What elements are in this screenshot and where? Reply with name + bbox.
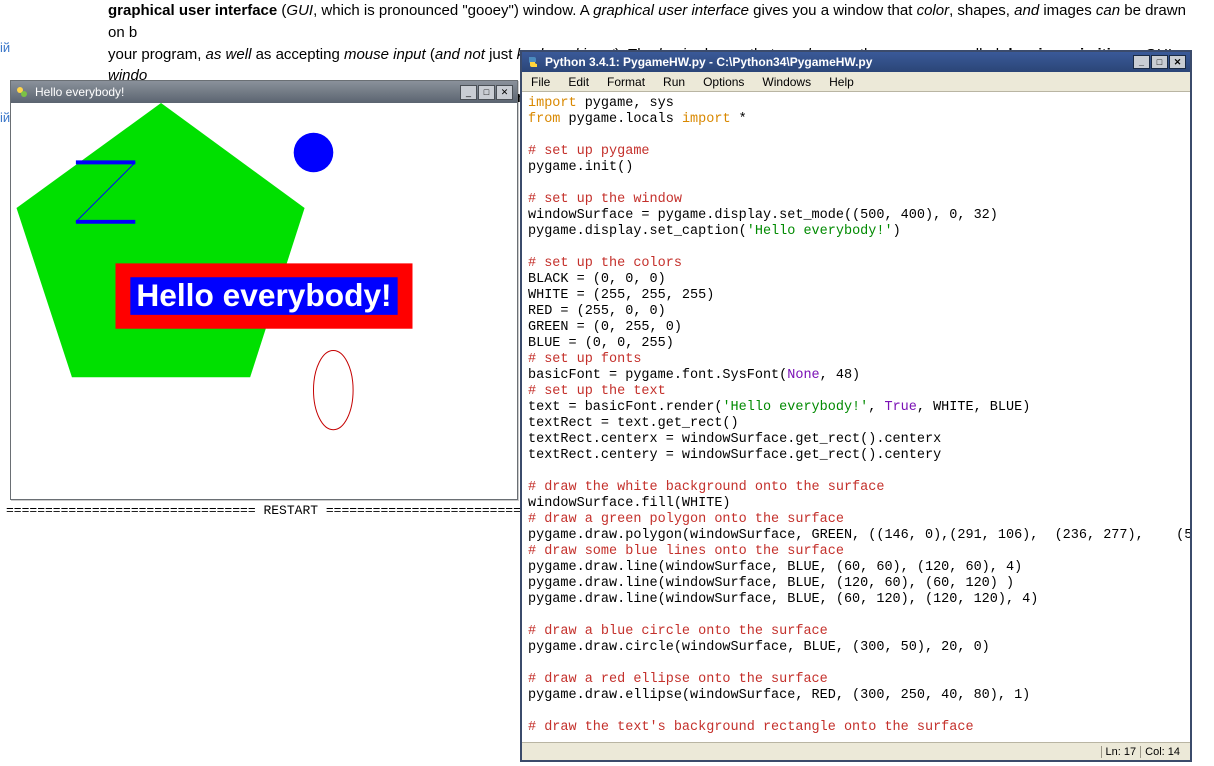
menu-run[interactable]: Run — [654, 73, 694, 91]
menu-file[interactable]: File — [522, 73, 559, 91]
idle-window: Python 3.4.1: PygameHW.py - C:\Python34\… — [520, 50, 1192, 762]
menu-help[interactable]: Help — [820, 73, 863, 91]
idle-maximize-button[interactable]: □ — [1151, 55, 1168, 69]
pygame-canvas: Hello everybody! — [11, 103, 517, 499]
idle-titlebar[interactable]: Python 3.4.1: PygameHW.py - C:\Python34\… — [522, 52, 1190, 72]
idle-minimize-button[interactable]: _ — [1133, 55, 1150, 69]
close-button[interactable]: ✕ — [496, 85, 513, 100]
python-icon — [526, 55, 540, 69]
blue-circle — [294, 133, 334, 173]
idle-code-area[interactable]: import pygame, sys from pygame.locals im… — [522, 92, 1190, 742]
menu-windows[interactable]: Windows — [753, 73, 820, 91]
status-col: Col: 14 — [1140, 746, 1184, 758]
menu-edit[interactable]: Edit — [559, 73, 598, 91]
idle-menubar: File Edit Format Run Options Windows Hel… — [522, 72, 1190, 92]
pygame-icon — [15, 85, 29, 99]
hello-text: Hello everybody! — [136, 277, 391, 313]
menu-format[interactable]: Format — [598, 73, 654, 91]
idle-statusbar: Ln: 17 Col: 14 — [522, 742, 1190, 760]
idle-title-text: Python 3.4.1: PygameHW.py - C:\Python34\… — [545, 55, 872, 69]
pygame-titlebar[interactable]: Hello everybody! _ □ ✕ — [11, 81, 517, 103]
idle-close-button[interactable]: ✕ — [1169, 55, 1186, 69]
pygame-title: Hello everybody! — [35, 85, 124, 99]
shell-restart-line: ================================ RESTART… — [6, 503, 576, 518]
menu-options[interactable]: Options — [694, 73, 753, 91]
pygame-window: Hello everybody! _ □ ✕ Hello everybody! — [10, 80, 518, 500]
status-line: Ln: 17 — [1101, 746, 1141, 758]
minimize-button[interactable]: _ — [460, 85, 477, 100]
maximize-button[interactable]: □ — [478, 85, 495, 100]
